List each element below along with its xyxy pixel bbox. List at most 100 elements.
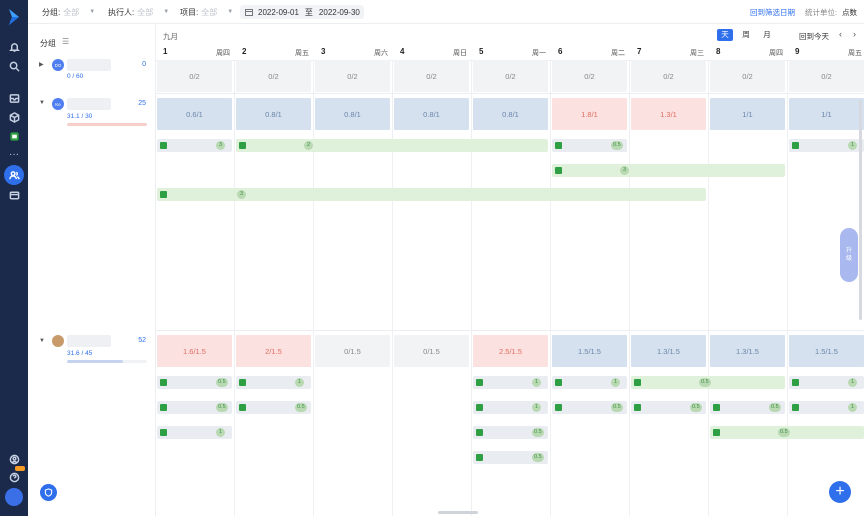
capacity-cell[interactable]: 0.8/1 xyxy=(315,98,390,130)
expand-arrow-icon[interactable]: ▶ xyxy=(39,61,44,68)
view-week-button[interactable]: 周 xyxy=(738,29,754,41)
group-filter[interactable]: 分组: 全部 ▼ xyxy=(42,0,95,24)
horizontal-scrollbar[interactable] xyxy=(438,511,478,514)
group-load-bar xyxy=(67,360,147,363)
capacity-cell[interactable]: 1.3/1.5 xyxy=(710,335,785,367)
capacity-cell[interactable]: 2.5/1.5 xyxy=(473,335,548,367)
capacity-cell[interactable]: 1.3/1 xyxy=(631,98,706,130)
task-bar[interactable]: 0.5 xyxy=(157,401,232,414)
capacity-cell[interactable]: 0/2 xyxy=(473,60,548,92)
chevron-left-icon[interactable]: ‹ xyxy=(839,29,842,39)
task-bar[interactable]: 1 xyxy=(473,376,548,389)
add-button[interactable]: + xyxy=(829,481,851,503)
capacity-cell[interactable]: 0/1.5 xyxy=(315,335,390,367)
capacity-cell[interactable]: 0.8/1 xyxy=(236,98,311,130)
task-bar[interactable]: 3 xyxy=(157,188,706,201)
task-bar[interactable]: 0.5 xyxy=(710,426,864,439)
capacity-cell[interactable]: 1/1 xyxy=(710,98,785,130)
row-divider xyxy=(156,330,864,331)
task-bar[interactable]: 1 xyxy=(473,401,548,414)
vertical-scrollbar[interactable] xyxy=(859,100,862,320)
capacity-cell[interactable]: 0/2 xyxy=(552,60,627,92)
weekday-label: 周一 xyxy=(532,50,546,57)
search-icon[interactable] xyxy=(6,58,22,74)
chevron-right-icon[interactable]: › xyxy=(853,29,856,39)
task-bar[interactable]: 3 xyxy=(552,164,785,177)
capacity-cell[interactable]: 1.6/1.5 xyxy=(157,335,232,367)
column-divider xyxy=(392,60,393,516)
capacity-cell[interactable]: 0/2 xyxy=(315,60,390,92)
task-bar[interactable]: 0.5 xyxy=(552,401,627,414)
folder-icon[interactable] xyxy=(6,187,22,203)
capacity-cell[interactable]: 0/2 xyxy=(157,60,232,92)
collapse-arrow-icon[interactable]: ▼ xyxy=(39,100,45,106)
task-bar[interactable]: 2 xyxy=(236,139,548,152)
capacity-cell[interactable]: 1.3/1.5 xyxy=(631,335,706,367)
list-menu-icon[interactable]: ☰ xyxy=(62,37,69,46)
task-bar[interactable]: 1 xyxy=(552,376,627,389)
task-type-icon xyxy=(713,404,720,411)
upgrade-button[interactable]: 升 级 xyxy=(840,228,858,282)
task-points: 1 xyxy=(295,378,304,387)
task-bar[interactable]: 0.5 xyxy=(631,376,785,389)
capacity-cell[interactable]: 0/2 xyxy=(789,60,864,92)
shield-button[interactable] xyxy=(40,484,57,501)
capacity-cell[interactable]: 0/2 xyxy=(710,60,785,92)
bell-icon[interactable] xyxy=(6,39,22,55)
capacity-cell[interactable]: 0/2 xyxy=(394,60,469,92)
task-bar[interactable]: 0.5 xyxy=(473,451,548,464)
view-day-button[interactable]: 天 xyxy=(717,29,733,41)
task-bar[interactable]: 1 xyxy=(236,376,311,389)
capacity-cell[interactable]: 0/1.5 xyxy=(394,335,469,367)
inbox-icon[interactable] xyxy=(6,90,22,106)
task-type-icon xyxy=(476,404,483,411)
user-avatar[interactable] xyxy=(5,488,23,506)
app-logo-icon[interactable] xyxy=(7,8,21,26)
workload-people-icon[interactable] xyxy=(4,165,24,185)
day-number: 3 xyxy=(321,47,326,56)
cube-icon[interactable] xyxy=(6,109,22,125)
capacity-cell[interactable]: 2/1.5 xyxy=(236,335,311,367)
task-type-icon xyxy=(555,404,562,411)
more-icon[interactable]: ··· xyxy=(6,147,22,163)
stat-unit-select[interactable]: 点数 xyxy=(842,7,857,18)
assignee-filter[interactable]: 执行人: 全部 ▼ xyxy=(108,0,169,24)
month-label: 九月 xyxy=(163,32,178,41)
task-bar[interactable]: 0.5 xyxy=(236,401,311,414)
task-bar[interactable]: 0.5 xyxy=(710,401,785,414)
capacity-cell[interactable]: 0/2 xyxy=(236,60,311,92)
task-bar[interactable]: 1 xyxy=(157,426,232,439)
task-bar[interactable]: 3 xyxy=(157,139,232,152)
task-points: 0.5 xyxy=(611,141,623,150)
capacity-cell[interactable]: 0.6/1 xyxy=(157,98,232,130)
task-bar[interactable]: 1 xyxy=(789,376,864,389)
project-green-icon[interactable] xyxy=(6,128,22,144)
view-month-button[interactable]: 月 xyxy=(759,29,775,41)
capacity-cell[interactable]: 1.8/1 xyxy=(552,98,627,130)
project-filter[interactable]: 项目: 全部 ▼ xyxy=(180,0,233,24)
task-points: 0.5 xyxy=(532,428,544,437)
user-circle-icon[interactable] xyxy=(6,451,22,467)
capacity-cell[interactable]: 1/1 xyxy=(789,98,864,130)
group-load-ratio: 0 / 60 xyxy=(67,73,84,80)
back-to-today-button[interactable]: 回到今天 xyxy=(799,31,829,42)
capacity-cell[interactable]: 1.5/1.5 xyxy=(552,335,627,367)
capacity-cell[interactable]: 0/2 xyxy=(631,60,706,92)
task-points: 1 xyxy=(848,403,857,412)
day-header: 1 周四 xyxy=(156,46,235,60)
task-bar[interactable]: 0.5 xyxy=(157,376,232,389)
capacity-cell[interactable]: 0.8/1 xyxy=(473,98,548,130)
task-bar[interactable]: 0.5 xyxy=(631,401,706,414)
column-divider xyxy=(629,60,630,516)
task-bar[interactable]: 0.5 xyxy=(552,139,627,152)
task-bar[interactable]: 1 xyxy=(789,139,864,152)
capacity-cell[interactable]: 1.5/1.5 xyxy=(789,335,864,367)
back-to-filter-date-link[interactable]: 回到筛选日期 xyxy=(750,7,795,18)
capacity-cell[interactable]: 0.8/1 xyxy=(394,98,469,130)
task-bar[interactable]: 1 xyxy=(789,401,864,414)
group-name-placeholder xyxy=(67,59,111,71)
help-icon[interactable] xyxy=(6,469,22,485)
collapse-arrow-icon[interactable]: ▼ xyxy=(39,338,45,344)
date-range-picker[interactable]: 2022-09-01 至 2022-09-30 xyxy=(240,5,364,19)
task-bar[interactable]: 0.5 xyxy=(473,426,548,439)
